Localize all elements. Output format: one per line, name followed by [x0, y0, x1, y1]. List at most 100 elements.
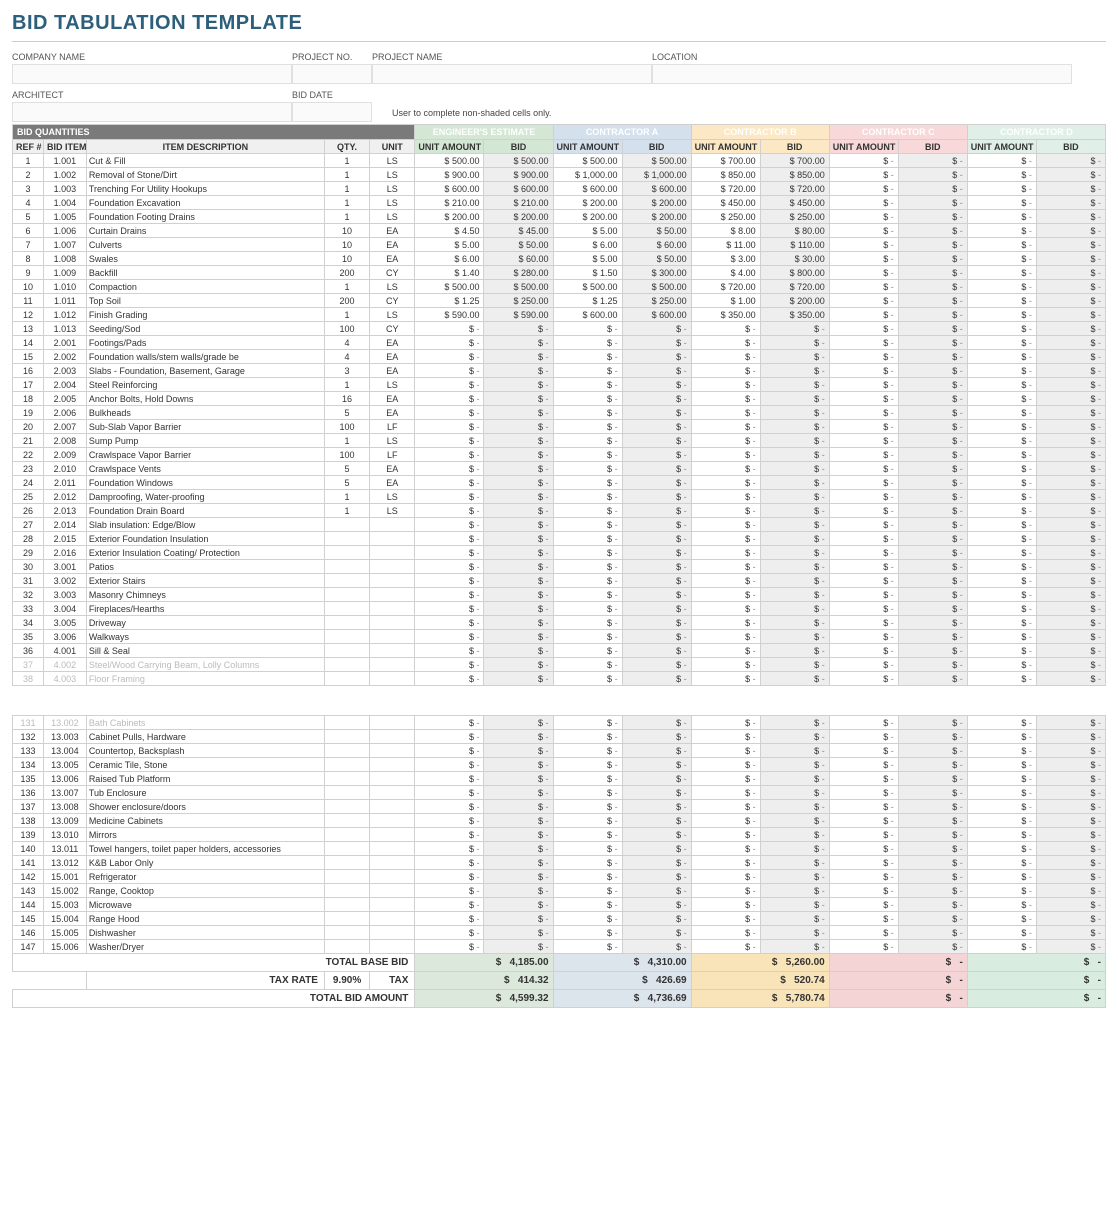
- qty-cell[interactable]: 3: [324, 364, 369, 378]
- bid-cell[interactable]: $ -: [553, 716, 622, 730]
- bid-cell[interactable]: $ -: [415, 842, 484, 856]
- bid-cell[interactable]: $ -: [553, 406, 622, 420]
- bid-cell[interactable]: $ -: [691, 730, 760, 744]
- qty-cell[interactable]: 10: [324, 238, 369, 252]
- bid-cell[interactable]: $ 720.00: [691, 182, 760, 196]
- bid-cell[interactable]: $ -: [967, 884, 1036, 898]
- bid-cell[interactable]: $ -: [829, 884, 898, 898]
- bid-cell[interactable]: $ -: [553, 336, 622, 350]
- desc-cell[interactable]: Compaction: [86, 280, 324, 294]
- bid-cell[interactable]: $ -: [691, 546, 760, 560]
- bid-cell[interactable]: $ -: [967, 364, 1036, 378]
- qty-cell[interactable]: [324, 730, 369, 744]
- desc-cell[interactable]: Crawlspace Vapor Barrier: [86, 448, 324, 462]
- bid-cell[interactable]: $ -: [415, 870, 484, 884]
- unit-cell[interactable]: [370, 672, 415, 686]
- bid-cell[interactable]: $ -: [691, 448, 760, 462]
- bid-cell[interactable]: $ -: [829, 238, 898, 252]
- bid-cell[interactable]: $ -: [415, 532, 484, 546]
- unit-cell[interactable]: EA: [370, 462, 415, 476]
- meta-input[interactable]: [292, 64, 372, 84]
- bid-cell[interactable]: $ -: [967, 940, 1036, 954]
- desc-cell[interactable]: Sump Pump: [86, 434, 324, 448]
- bid-cell[interactable]: $ -: [967, 744, 1036, 758]
- unit-cell[interactable]: [370, 926, 415, 940]
- bid-cell[interactable]: $ -: [691, 336, 760, 350]
- bid-cell[interactable]: $ 4.50: [415, 224, 484, 238]
- bid-cell[interactable]: $ -: [967, 168, 1036, 182]
- unit-cell[interactable]: LS: [370, 504, 415, 518]
- bid-cell[interactable]: $ -: [415, 336, 484, 350]
- unit-cell[interactable]: [370, 884, 415, 898]
- desc-cell[interactable]: Fireplaces/Hearths: [86, 602, 324, 616]
- bid-cell[interactable]: $ 250.00: [691, 210, 760, 224]
- bid-cell[interactable]: $ -: [967, 154, 1036, 168]
- unit-cell[interactable]: [370, 574, 415, 588]
- bid-cell[interactable]: $ -: [967, 378, 1036, 392]
- bid-cell[interactable]: $ -: [415, 898, 484, 912]
- bid-cell[interactable]: $ -: [967, 504, 1036, 518]
- bid-cell[interactable]: $ -: [691, 588, 760, 602]
- bid-cell[interactable]: $ -: [829, 336, 898, 350]
- bid-cell[interactable]: $ -: [967, 730, 1036, 744]
- unit-cell[interactable]: LS: [370, 434, 415, 448]
- qty-cell[interactable]: 100: [324, 448, 369, 462]
- bid-cell[interactable]: $ -: [829, 168, 898, 182]
- bid-cell[interactable]: $ -: [415, 462, 484, 476]
- unit-cell[interactable]: EA: [370, 224, 415, 238]
- bid-cell[interactable]: $ 1.50: [553, 266, 622, 280]
- bid-cell[interactable]: $ -: [967, 786, 1036, 800]
- bid-cell[interactable]: $ 590.00: [415, 308, 484, 322]
- unit-cell[interactable]: LS: [370, 196, 415, 210]
- bid-cell[interactable]: $ -: [967, 224, 1036, 238]
- bid-cell[interactable]: $ -: [691, 532, 760, 546]
- bid-cell[interactable]: $ -: [415, 912, 484, 926]
- unit-cell[interactable]: EA: [370, 392, 415, 406]
- bid-cell[interactable]: $ -: [829, 420, 898, 434]
- bid-cell[interactable]: $ -: [967, 350, 1036, 364]
- bid-cell[interactable]: $ -: [967, 644, 1036, 658]
- bid-cell[interactable]: $ 700.00: [691, 154, 760, 168]
- qty-cell[interactable]: [324, 602, 369, 616]
- bid-cell[interactable]: $ -: [967, 800, 1036, 814]
- unit-cell[interactable]: [370, 800, 415, 814]
- unit-cell[interactable]: EA: [370, 364, 415, 378]
- bid-cell[interactable]: $ -: [829, 224, 898, 238]
- unit-cell[interactable]: [370, 842, 415, 856]
- bid-cell[interactable]: $ -: [829, 210, 898, 224]
- desc-cell[interactable]: Cabinet Pulls, Hardware: [86, 730, 324, 744]
- bid-cell[interactable]: $ -: [415, 434, 484, 448]
- bid-cell[interactable]: $ -: [829, 630, 898, 644]
- unit-cell[interactable]: [370, 786, 415, 800]
- bid-cell[interactable]: $ -: [691, 560, 760, 574]
- unit-cell[interactable]: EA: [370, 406, 415, 420]
- bid-cell[interactable]: $ -: [691, 392, 760, 406]
- desc-cell[interactable]: Steel Reinforcing: [86, 378, 324, 392]
- bid-cell[interactable]: $ -: [553, 588, 622, 602]
- bid-cell[interactable]: $ -: [553, 476, 622, 490]
- bid-cell[interactable]: $ -: [967, 476, 1036, 490]
- bid-cell[interactable]: $ -: [553, 884, 622, 898]
- bid-cell[interactable]: $ -: [691, 574, 760, 588]
- qty-cell[interactable]: [324, 758, 369, 772]
- bid-cell[interactable]: $ 500.00: [415, 154, 484, 168]
- qty-cell[interactable]: 100: [324, 420, 369, 434]
- bid-cell[interactable]: $ -: [829, 154, 898, 168]
- bid-cell[interactable]: $ -: [829, 406, 898, 420]
- bid-cell[interactable]: $ -: [415, 392, 484, 406]
- bid-cell[interactable]: $ -: [415, 758, 484, 772]
- desc-cell[interactable]: Bath Cabinets: [86, 716, 324, 730]
- bid-cell[interactable]: $ -: [415, 856, 484, 870]
- qty-cell[interactable]: 1: [324, 434, 369, 448]
- bid-cell[interactable]: $ -: [967, 772, 1036, 786]
- bid-cell[interactable]: $ -: [829, 644, 898, 658]
- bid-cell[interactable]: $ -: [553, 842, 622, 856]
- qty-cell[interactable]: 200: [324, 266, 369, 280]
- bid-cell[interactable]: $ -: [415, 926, 484, 940]
- bid-cell[interactable]: $ -: [967, 420, 1036, 434]
- bid-cell[interactable]: $ -: [967, 182, 1036, 196]
- bid-cell[interactable]: $ -: [829, 616, 898, 630]
- bid-cell[interactable]: $ -: [967, 266, 1036, 280]
- unit-cell[interactable]: [370, 616, 415, 630]
- unit-cell[interactable]: [370, 814, 415, 828]
